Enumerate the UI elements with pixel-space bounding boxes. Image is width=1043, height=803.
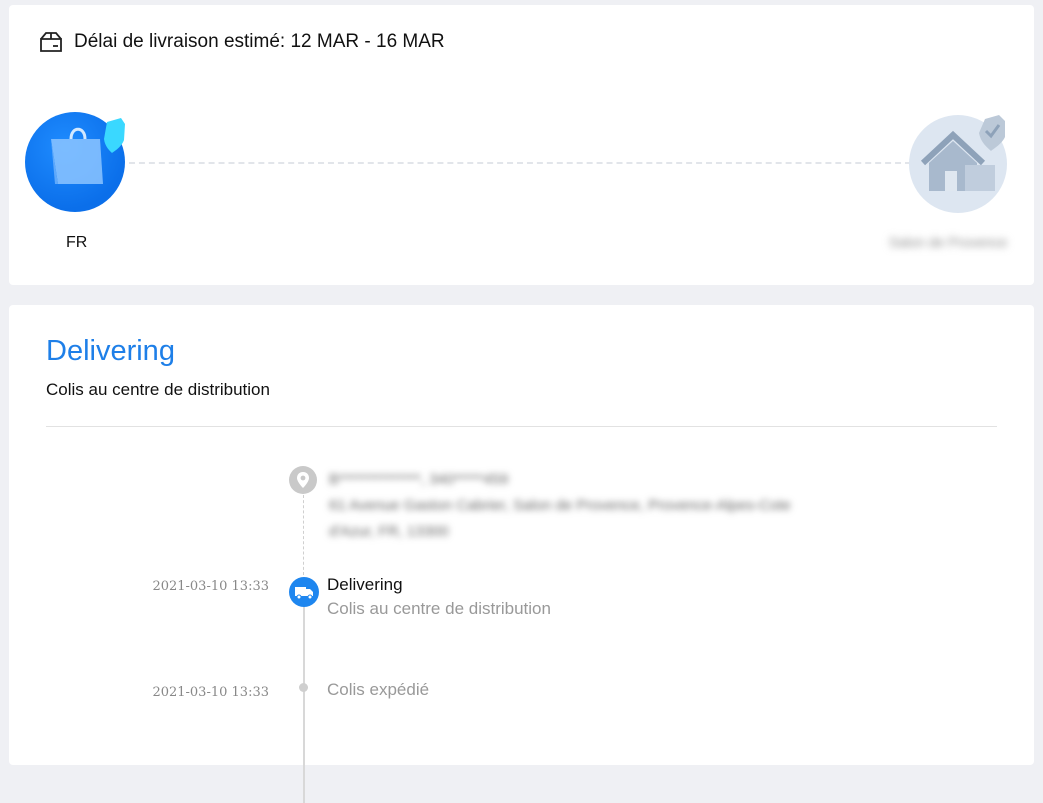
event-time: 2021-03-10 13:33 — [152, 685, 269, 700]
divider — [46, 426, 997, 427]
event-title: Delivering — [327, 575, 403, 594]
event-description: Colis au centre de distribution — [327, 599, 551, 618]
origin-label: FR — [66, 234, 88, 251]
timeline-line — [303, 603, 305, 803]
delivery-address: B**************, 340*****459 61 Avenue G… — [329, 467, 889, 545]
destination-label: Salon de Provence — [889, 234, 1008, 250]
tracking-card: Delivering Colis au centre de distributi… — [9, 305, 1034, 803]
event-time: 2021-03-10 13:33 — [152, 579, 269, 594]
eta-text: Délai de livraison estimé: 12 MAR - 16 M… — [74, 31, 445, 52]
destination-node — [909, 115, 1007, 213]
timeline-dashed-line — [303, 495, 304, 575]
shipping-box-icon — [40, 32, 62, 52]
status-title: Delivering — [46, 335, 175, 367]
shopping-bag-icon — [51, 118, 125, 184]
house-icon — [920, 115, 1005, 191]
event-description: Colis expédié — [327, 680, 430, 699]
truck-icon — [289, 577, 319, 607]
delivery-route-card: Délai de livraison estimé: 12 MAR - 16 M… — [9, 5, 1034, 285]
route-line — [129, 162, 911, 164]
dot-icon — [299, 683, 308, 692]
address-line-2: 61 Avenue Gaston Cabrier, Salon de Prove… — [329, 497, 791, 514]
estimated-delivery: Délai de livraison estimé: 12 MAR - 16 M… — [39, 31, 445, 53]
status-subtitle: Colis au centre de distribution — [46, 380, 270, 399]
address-line-3: d'Azur, FR, 13300 — [329, 523, 449, 540]
location-pin-icon — [289, 466, 317, 494]
origin-node — [25, 112, 125, 212]
address-line-1: B**************, 340*****459 — [329, 471, 509, 488]
